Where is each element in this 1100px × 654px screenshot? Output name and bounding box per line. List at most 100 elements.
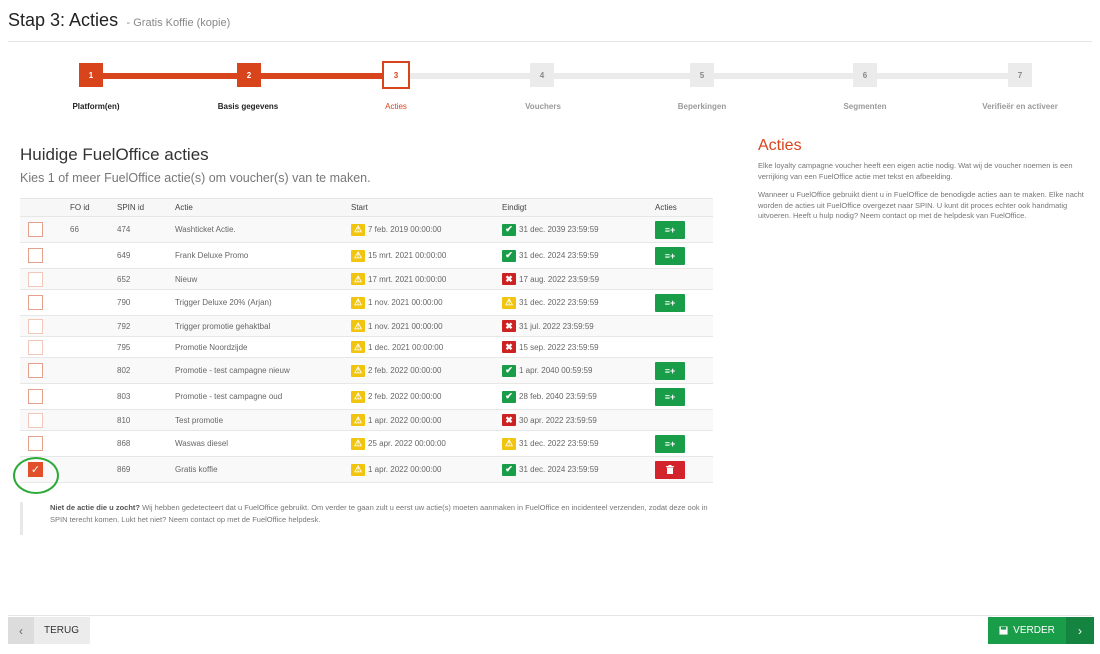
step-3-label: Acties [385, 102, 407, 111]
select-cell [20, 289, 66, 316]
step-connector [714, 73, 853, 79]
add-voucher-button[interactable]: ≡+ [655, 361, 685, 380]
start-cell: ⚠ 2 feb. 2022 00:00:00 [347, 383, 498, 410]
step-4-label: Vouchers [525, 102, 561, 111]
end-date: 31 jul. 2022 23:59:59 [519, 321, 594, 331]
warning-icon: ⚠ [351, 341, 365, 353]
warning-icon: ⚠ [351, 223, 365, 236]
save-icon [999, 626, 1008, 635]
actions-cell [651, 456, 713, 483]
header-divider [8, 41, 1092, 42]
start-cell: ⚠ 1 dec. 2021 00:00:00 [347, 336, 498, 358]
end-date: 28 feb. 2040 23:59:59 [519, 392, 597, 401]
page-subtitle: - Gratis Koffie (kopie) [126, 17, 231, 29]
fo-id-cell [66, 456, 113, 483]
warning-icon: ⚠ [351, 364, 365, 377]
col-spin-id: SPIN id [113, 198, 171, 217]
add-voucher-button[interactable]: ≡+ [655, 220, 685, 239]
x-icon: ✖ [502, 414, 516, 426]
select-checkbox[interactable] [28, 339, 43, 355]
start-date: 17 mrt. 2021 00:00:00 [368, 274, 447, 284]
select-cell [20, 216, 66, 243]
back-button[interactable]: ‹ TERUG [8, 617, 90, 644]
spin-id-cell: 810 [113, 409, 171, 431]
add-voucher-button[interactable]: ≡+ [655, 246, 685, 265]
actie-cell: Washticket Actie. [171, 216, 347, 243]
spin-id-cell: 792 [113, 315, 171, 337]
select-cell [20, 383, 66, 410]
actions-cell [651, 315, 713, 337]
page-header: Stap 3: Acties - Gratis Koffie (kopie) [8, 10, 230, 31]
next-button[interactable]: VERDER › [988, 617, 1094, 644]
x-icon: ✖ [502, 273, 516, 285]
side-title: Acties [758, 137, 802, 154]
select-checkbox[interactable] [28, 363, 43, 378]
spin-id-cell: 474 [113, 216, 171, 243]
warning-icon: ⚠ [351, 437, 365, 450]
highlight-circle [13, 457, 59, 494]
select-checkbox[interactable] [28, 248, 43, 263]
add-voucher-button[interactable]: ≡+ [655, 293, 685, 312]
end-cell: ✖ 15 sep. 2022 23:59:59 [498, 336, 651, 358]
note-bold: Niet de actie die u zocht? [50, 503, 141, 512]
fo-id-cell [66, 409, 113, 431]
select-checkbox[interactable] [28, 295, 43, 310]
end-cell: ⚠ 31 dec. 2022 23:59:59 [498, 430, 651, 457]
start-cell: ⚠ 2 feb. 2022 00:00:00 [347, 357, 498, 384]
warning-icon: ⚠ [351, 463, 365, 476]
side-paragraph-2: Wanneer u FuelOffice gebruikt dient u in… [758, 190, 1084, 220]
end-date: 30 apr. 2022 23:59:59 [519, 415, 597, 425]
select-checkbox[interactable] [28, 318, 43, 334]
warning-icon: ⚠ [502, 296, 516, 309]
check-icon: ✔ [502, 223, 516, 236]
actie-cell: Waswas diesel [171, 430, 347, 457]
select-checkbox[interactable] [28, 389, 43, 404]
add-voucher-button[interactable]: ≡+ [655, 387, 685, 406]
list-plus-icon: ≡+ [664, 250, 676, 261]
actions-cell: ≡+ [651, 289, 713, 316]
actie-cell: Trigger promotie gehaktbal [171, 315, 347, 337]
select-checkbox[interactable] [28, 271, 43, 287]
add-voucher-button[interactable]: ≡+ [655, 434, 685, 453]
start-date: 1 apr. 2022 00:00:00 [368, 415, 442, 425]
step-5-label: Beperkingen [677, 102, 727, 111]
actions-table: FO id SPIN id Actie Start Eindigt Acties… [20, 198, 713, 483]
warning-icon: ⚠ [351, 296, 365, 309]
end-date: 31 dec. 2024 23:59:59 [519, 465, 599, 474]
col-eindigt: Eindigt [498, 198, 651, 217]
start-date: 15 mrt. 2021 00:00:00 [368, 251, 447, 260]
end-cell: ✔ 31 dec. 2024 23:59:59 [498, 242, 651, 269]
select-checkbox[interactable] [28, 436, 43, 451]
end-cell: ✔ 31 dec. 2039 23:59:59 [498, 216, 651, 243]
actions-cell: ≡+ [651, 383, 713, 410]
step-connector [408, 73, 530, 79]
fo-id-cell: 66 [66, 216, 113, 243]
delete-button[interactable] [655, 460, 685, 479]
step-connector [877, 73, 1008, 79]
start-date: 2 feb. 2022 00:00:00 [368, 366, 442, 375]
end-cell: ✖ 30 apr. 2022 23:59:59 [498, 409, 651, 431]
select-checkbox[interactable] [28, 412, 43, 428]
check-icon: ✔ [502, 390, 516, 403]
actions-cell [651, 268, 713, 290]
footer-divider [8, 615, 1092, 616]
start-cell: ⚠ 1 nov. 2021 00:00:00 [347, 289, 498, 316]
trash-icon [666, 465, 674, 474]
table-row: 792 Trigger promotie gehaktbal ⚠ 1 nov. 202… [20, 315, 713, 337]
start-cell: ⚠ 1 nov. 2021 00:00:00 [347, 315, 498, 337]
col-start: Start [347, 198, 498, 217]
col-acties: Acties [651, 198, 713, 217]
step-connector [261, 73, 384, 79]
step-1-marker[interactable]: 1 [79, 63, 103, 87]
end-date: 31 dec. 2022 23:59:59 [519, 298, 599, 307]
step-2-marker[interactable]: 2 [237, 63, 261, 87]
end-cell: ✖ 17 aug. 2022 23:59:59 [498, 268, 651, 290]
actions-cell: ≡+ [651, 357, 713, 384]
table-row: 790 Trigger Deluxe 20% (Arjan) ⚠ 1 nov. 202… [20, 289, 713, 316]
start-cell: ⚠ 17 mrt. 2021 00:00:00 [347, 268, 498, 290]
side-paragraph-1: Elke loyalty campagne voucher heeft een … [758, 161, 1073, 181]
list-plus-icon: ≡+ [664, 365, 676, 376]
next-button-label: VERDER [1013, 625, 1055, 636]
spin-id-cell: 869 [113, 456, 171, 483]
select-checkbox[interactable] [28, 222, 43, 237]
